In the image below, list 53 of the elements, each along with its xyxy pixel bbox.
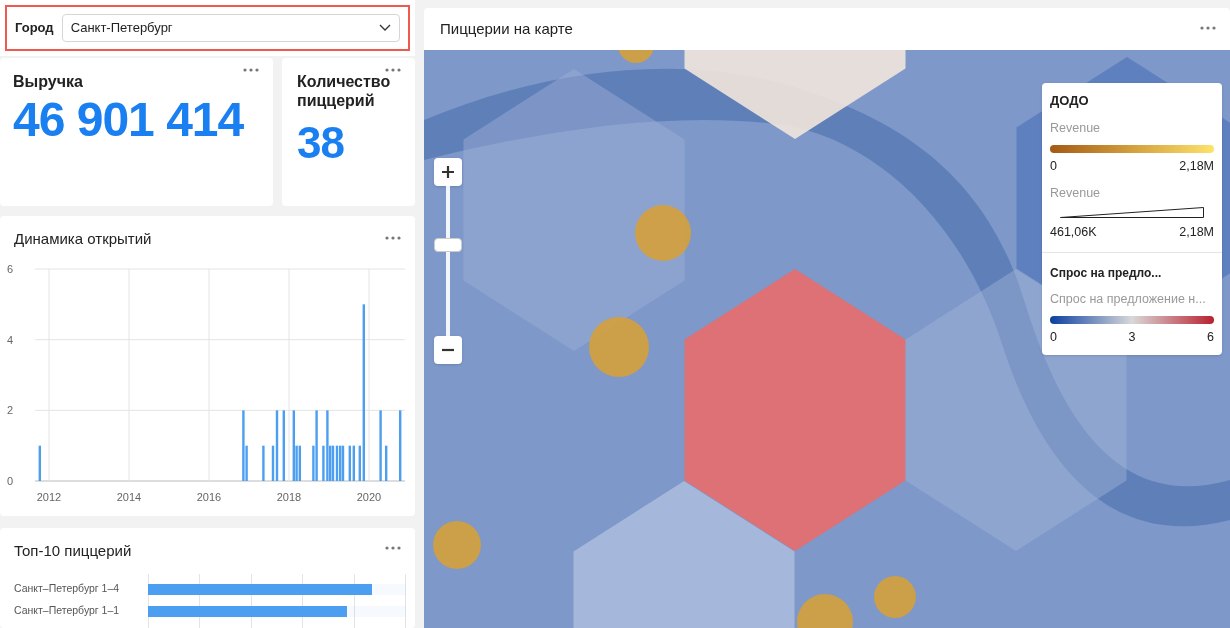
chart-bar	[399, 410, 402, 481]
pizzeria-circle	[635, 205, 691, 261]
kpi-title: Выручка	[13, 72, 84, 91]
scale-max: 2,18M	[1179, 223, 1214, 241]
row-label: Санкт–Петербург 1–1	[13, 603, 121, 619]
x-tick-label: 2020	[356, 491, 382, 503]
x-tick-label: 2014	[116, 491, 142, 503]
y-tick-label: 4	[6, 333, 13, 346]
x-tick-label: 2012	[36, 491, 62, 503]
legend-title: Спрос на предло...	[1050, 264, 1163, 282]
more-icon[interactable]	[385, 68, 401, 72]
city-dropdown[interactable]: Санкт-Петербург	[61, 14, 400, 42]
slider-handle[interactable]	[434, 237, 462, 252]
y-tick-label: 2	[6, 404, 13, 417]
kpi-title: Количество пиццерий	[297, 72, 392, 110]
scale-max: 2,18M	[1179, 158, 1214, 176]
kpi-value: 46 901 414	[13, 92, 245, 148]
chart-title: Топ-10 пиццерий	[14, 541, 132, 561]
chart-bar	[38, 445, 41, 481]
chart-bar	[379, 410, 382, 481]
chart-bar	[282, 410, 285, 481]
zoom-in-button[interactable]	[434, 158, 462, 186]
scale-tick: 0	[1050, 329, 1057, 347]
x-tick-label: 2016	[196, 491, 222, 503]
legend-label: Revenue	[1050, 185, 1102, 202]
chart-bar	[385, 445, 388, 481]
scale-tick: 6	[1207, 329, 1214, 347]
pizzeria-circle	[589, 317, 649, 377]
more-icon[interactable]	[385, 546, 401, 550]
scale-min: 461,06K	[1050, 223, 1097, 241]
filter-label: Город	[15, 19, 54, 38]
x-tick-label: 2018	[276, 491, 302, 503]
chart-title: Динамика открытий	[14, 229, 152, 249]
more-icon[interactable]	[243, 68, 259, 72]
plus-icon	[441, 165, 455, 179]
map-title: Пиццерии на карте	[440, 18, 573, 39]
legend-label: Спрос на предложение н...	[1050, 290, 1207, 308]
y-tick-label: 0	[6, 475, 13, 487]
chevron-down-icon	[379, 24, 391, 32]
zoom-slider[interactable]	[434, 186, 462, 336]
chart-bar	[262, 445, 265, 481]
scale-tick: 3	[1128, 329, 1136, 347]
legend-label: Revenue	[1050, 119, 1102, 137]
more-icon[interactable]	[1200, 26, 1216, 30]
scale-min: 0	[1050, 158, 1057, 176]
pizzeria-circle	[433, 521, 481, 569]
y-tick-label: 6	[6, 263, 13, 275]
pizzeria-circle	[874, 576, 916, 618]
kpi-value: 38	[297, 117, 345, 169]
row-label: Санкт–Петербург 1–4	[13, 581, 121, 597]
zoom-out-button[interactable]	[434, 336, 462, 364]
more-icon[interactable]	[385, 236, 401, 240]
legend-title: ДОДО	[1050, 92, 1090, 110]
